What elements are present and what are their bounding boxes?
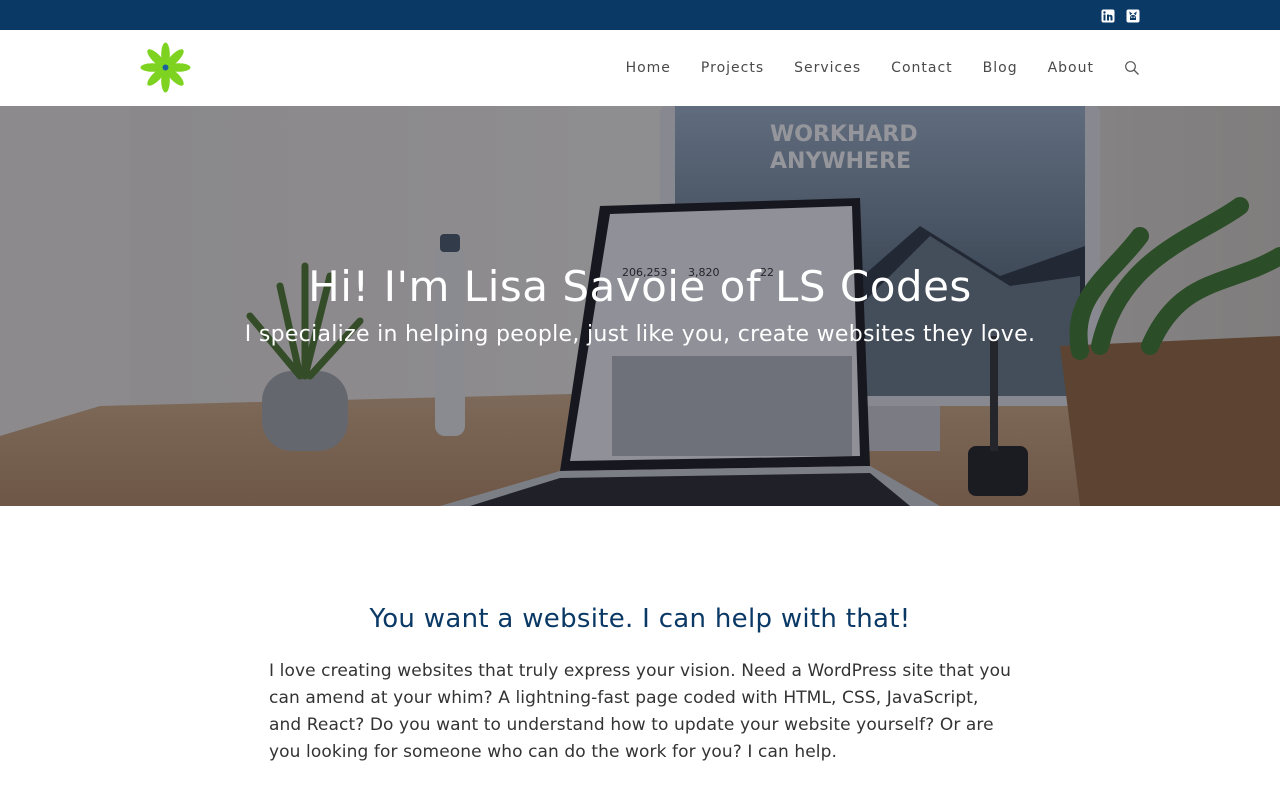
- nav-blog[interactable]: Blog: [983, 60, 1018, 76]
- intro-section: You want a website. I can help with that…: [0, 506, 1280, 800]
- hero-subtitle: I specialize in helping people, just lik…: [244, 322, 1036, 347]
- main-nav: Home Projects Services Contact Blog Abou…: [596, 30, 1140, 106]
- nav-contact[interactable]: Contact: [891, 60, 952, 76]
- nav-services[interactable]: Services: [794, 60, 861, 76]
- hero-section: WORKHARD ANYWHERE 206,253 3,820 22 Hi! I…: [0, 106, 1280, 506]
- intro-heading: You want a website. I can help with that…: [369, 604, 911, 634]
- site-header: Home Projects Services Contact Blog Abou…: [0, 30, 1280, 106]
- social-links: [1101, 8, 1140, 23]
- intro-body: I love creating websites that truly expr…: [269, 661, 1011, 762]
- github-icon[interactable]: [1126, 8, 1140, 23]
- linkedin-icon[interactable]: [1101, 8, 1115, 23]
- flower-logo-icon[interactable]: [140, 42, 191, 93]
- top-bar: [0, 0, 1280, 30]
- nav-projects[interactable]: Projects: [701, 60, 764, 76]
- nav-about[interactable]: About: [1048, 60, 1094, 76]
- nav-home[interactable]: Home: [626, 60, 671, 76]
- search-icon[interactable]: [1124, 60, 1140, 76]
- hero-title: Hi! I'm Lisa Savoie of LS Codes: [308, 262, 972, 311]
